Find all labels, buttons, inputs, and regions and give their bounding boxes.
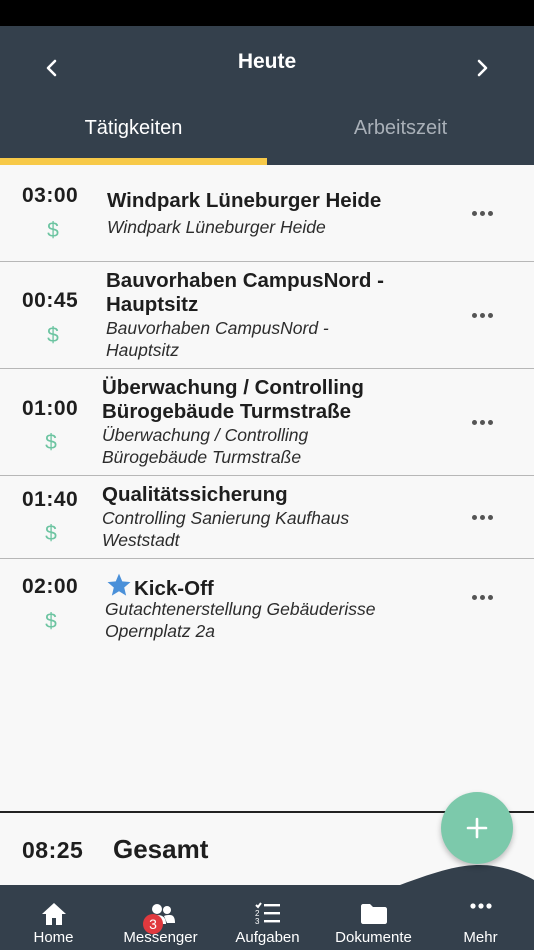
tab-arbeitszeit[interactable]: Arbeitszeit — [267, 113, 534, 165]
entry-subtitle: Gutachtenerstellung Gebäuderisse Opernpla… — [105, 599, 376, 641]
entry-duration: 00:45 — [22, 289, 79, 312]
header: Heute Tätigkeiten Arbeitszeit — [0, 26, 534, 165]
nav-mehr[interactable]: Mehr — [427, 885, 534, 950]
messenger-badge: 3 — [143, 914, 163, 934]
dollar-icon: $ — [47, 219, 59, 242]
add-entry-button[interactable] — [441, 792, 513, 864]
bottom-navigation: Home Messenger 23 Aufgaben Dokumente Meh… — [0, 885, 534, 950]
dollar-icon: $ — [47, 324, 59, 347]
list-item[interactable]: 02:00 $ Kick-Off Gutachtenerstellung Geb… — [0, 559, 534, 654]
nav-label: Aufgaben — [235, 929, 300, 946]
folder-icon — [359, 899, 389, 929]
page-title: Heute — [237, 50, 297, 73]
entry-duration: 02:00 — [22, 575, 79, 598]
entry-title: Kick-Off — [106, 572, 214, 601]
nav-home[interactable]: Home — [0, 885, 107, 950]
plus-icon — [466, 817, 488, 839]
more-dots-icon — [466, 891, 496, 921]
activity-list: 03:00 $ Windpark Lüneburger Heide Windpa… — [0, 165, 534, 654]
list-item[interactable]: 01:40 $ Qualitätssicherung Controlling S… — [0, 476, 534, 559]
next-day-button[interactable] — [460, 46, 504, 90]
entry-subtitle: Bauvorhaben CampusNord - Hauptsitz — [106, 318, 329, 360]
dollar-icon: $ — [45, 610, 57, 633]
entry-title: Bauvorhaben CampusNord - Hauptsitz — [106, 269, 384, 316]
more-options-button[interactable] — [466, 410, 498, 434]
dollar-icon: $ — [45, 431, 57, 454]
list-item[interactable]: 03:00 $ Windpark Lüneburger Heide Windpa… — [0, 165, 534, 262]
entry-duration: 03:00 — [22, 184, 79, 207]
nav-label: Mehr — [463, 929, 498, 946]
status-bar — [0, 0, 534, 26]
nav-dokumente[interactable]: Dokumente — [320, 885, 427, 950]
task-list-icon: 23 — [253, 899, 283, 929]
entry-title: Überwachung / Controlling Bürogebäude Tur… — [102, 376, 364, 423]
nav-label: Home — [33, 929, 74, 946]
entry-title: Qualitätssicherung — [102, 483, 288, 506]
list-item[interactable]: 00:45 $ Bauvorhaben CampusNord - Hauptsit… — [0, 262, 534, 369]
home-icon — [39, 899, 69, 929]
star-icon — [107, 573, 131, 596]
nav-label: Dokumente — [335, 929, 412, 946]
more-options-button[interactable] — [466, 303, 498, 327]
entry-duration: 01:40 — [22, 488, 79, 511]
chevron-right-icon — [477, 59, 488, 77]
more-options-button[interactable] — [466, 201, 498, 225]
more-options-button[interactable] — [466, 505, 498, 529]
nav-aufgaben[interactable]: 23 Aufgaben — [214, 885, 321, 950]
dollar-icon: $ — [45, 522, 57, 545]
active-tab-indicator — [0, 158, 267, 165]
entry-subtitle: Controlling Sanierung Kaufhaus Weststadt — [102, 508, 350, 550]
entry-subtitle: Überwachung / Controlling Bürogebäude Tur… — [102, 425, 309, 467]
entry-duration: 01:00 — [22, 397, 79, 420]
nav-label: Messenger — [123, 929, 198, 946]
list-item[interactable]: 01:00 $ Überwachung / Controlling Bürogeb… — [0, 369, 534, 476]
svg-text:3: 3 — [255, 917, 260, 926]
entry-subtitle: Windpark Lüneburger Heide — [107, 217, 326, 237]
entry-title: Windpark Lüneburger Heide — [107, 189, 382, 212]
more-options-button[interactable] — [466, 585, 498, 609]
